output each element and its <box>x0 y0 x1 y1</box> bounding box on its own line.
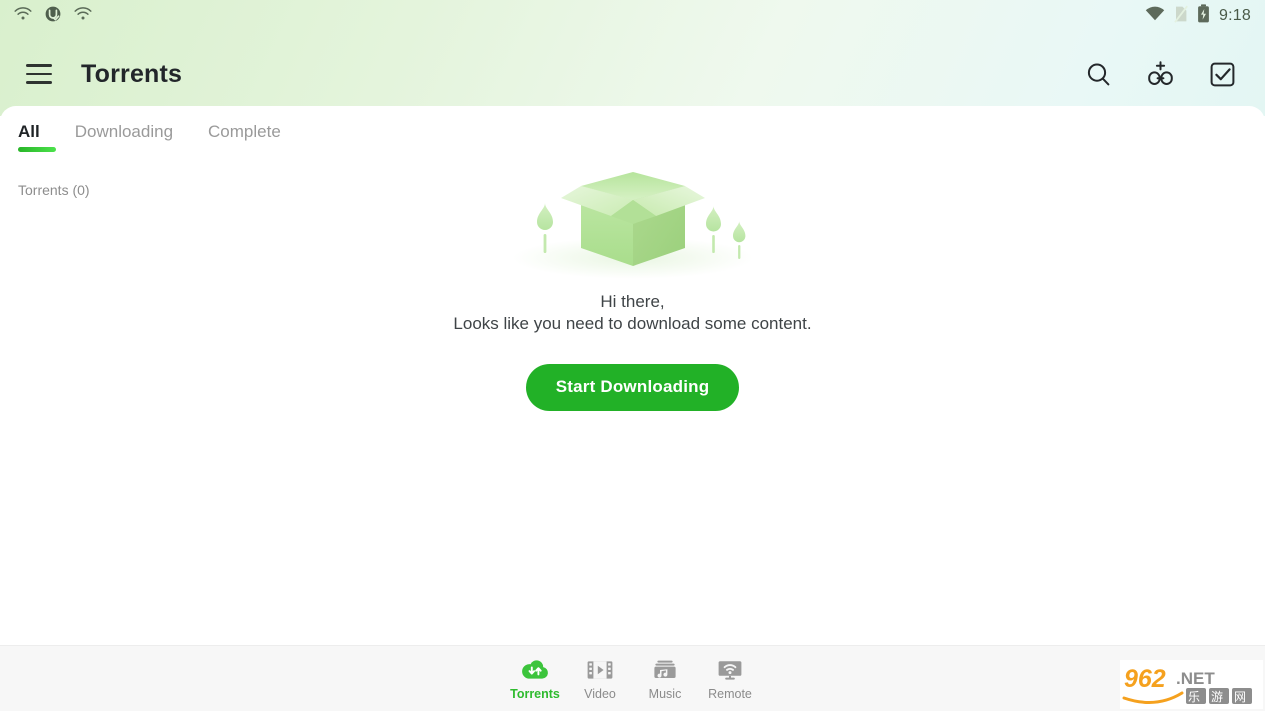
battery-charging-icon <box>1197 4 1210 28</box>
start-downloading-button[interactable]: Start Downloading <box>525 363 740 411</box>
svg-text:网: 网 <box>1234 690 1246 704</box>
status-bar-clock: 9:18 <box>1219 7 1251 24</box>
vpn-icon <box>44 5 62 28</box>
app-root: 9:18 Torrents All Downloading Complete T… <box>0 0 1265 711</box>
add-torrent-icon[interactable] <box>1143 57 1177 91</box>
tab-downloading-label: Downloading <box>74 122 174 141</box>
hamburger-menu-icon[interactable] <box>18 53 60 95</box>
nav-item-video-label: Video <box>584 686 616 701</box>
svg-text:.NET: .NET <box>1176 669 1215 688</box>
site-watermark: 962 .NET 乐 游 网 <box>1120 660 1263 709</box>
wifi-icon <box>1145 6 1165 27</box>
sim-off-icon <box>1174 5 1188 28</box>
app-bar-actions <box>1081 57 1249 91</box>
tab-active-indicator <box>18 147 56 152</box>
nav-item-torrents-label: Torrents <box>510 686 560 701</box>
status-bar: 9:18 <box>0 0 1265 32</box>
bottom-navigation: Torrents Video Music Remote <box>0 645 1265 711</box>
tv-wifi-icon <box>715 657 745 683</box>
tab-complete-label: Complete <box>208 122 281 141</box>
nav-item-remote[interactable]: Remote <box>698 648 763 710</box>
status-bar-right-icons: 9:18 <box>1145 4 1251 28</box>
tab-all[interactable]: All <box>18 122 56 152</box>
content-sheet: All Downloading Complete Torrents (0) Hi… <box>0 106 1265 645</box>
tab-complete[interactable]: Complete <box>208 122 281 152</box>
wifi-icon <box>14 6 32 26</box>
svg-text:962: 962 <box>1124 665 1166 693</box>
app-bar: Torrents <box>0 32 1265 116</box>
empty-state: Hi there, Looks like you need to downloa… <box>0 154 1265 411</box>
empty-box-illustration <box>493 154 773 284</box>
nav-item-torrents[interactable]: Torrents <box>503 648 568 710</box>
tab-all-label: All <box>18 122 40 141</box>
empty-state-line2: Looks like you need to download some con… <box>453 314 812 333</box>
page-title: Torrents <box>81 59 183 88</box>
svg-text:游: 游 <box>1211 690 1223 704</box>
nav-item-video[interactable]: Video <box>568 648 633 710</box>
music-box-icon <box>650 657 680 683</box>
select-all-icon[interactable] <box>1205 57 1239 91</box>
empty-state-line1: Hi there, <box>600 292 665 311</box>
nav-item-music[interactable]: Music <box>633 648 698 710</box>
nav-item-remote-label: Remote <box>708 686 752 701</box>
nav-item-music-label: Music <box>648 686 682 701</box>
svg-text:乐: 乐 <box>1188 690 1200 704</box>
empty-state-text: Hi there, Looks like you need to downloa… <box>453 292 811 334</box>
film-play-icon <box>585 657 615 683</box>
search-icon[interactable] <box>1081 57 1115 91</box>
tab-bar: All Downloading Complete <box>18 122 281 152</box>
tab-downloading[interactable]: Downloading <box>75 122 173 152</box>
cloud-transfer-icon <box>520 657 550 683</box>
status-bar-left-icons <box>14 5 92 28</box>
wifi-icon <box>74 6 92 26</box>
